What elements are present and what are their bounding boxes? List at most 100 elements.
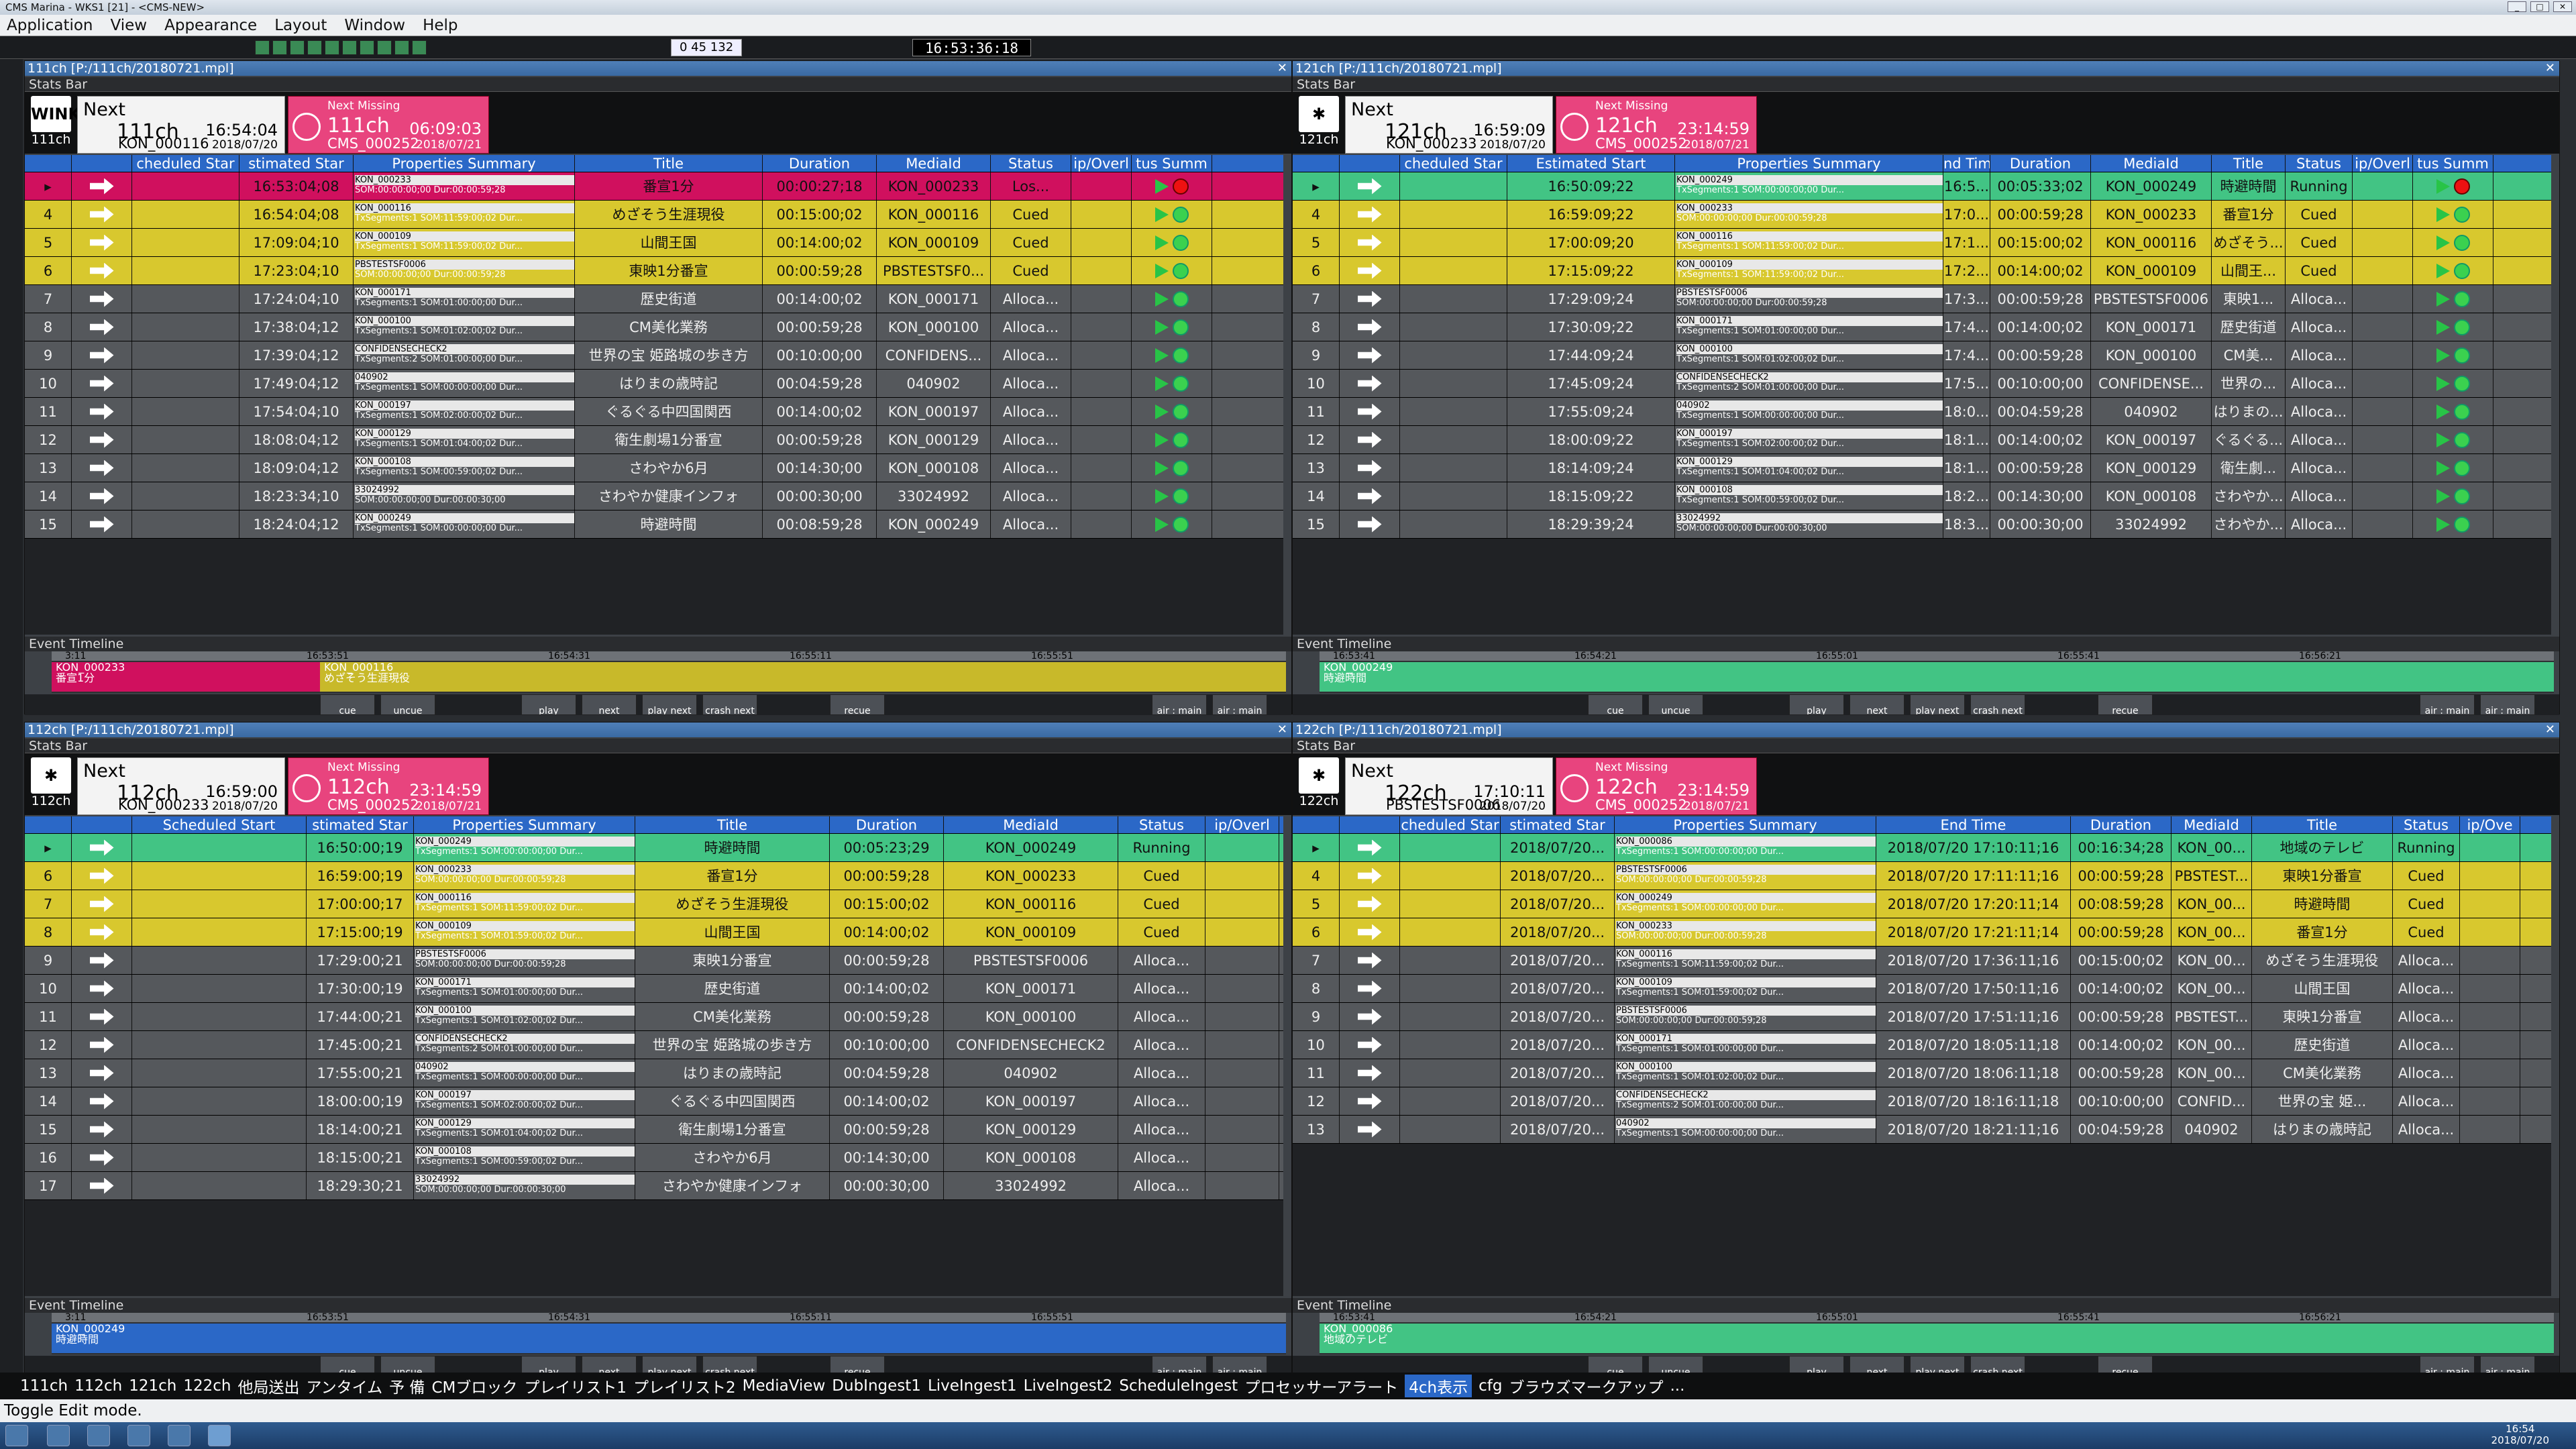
- table-row[interactable]: 4 16:59:09;22 KON_000233 SOM:00:00:00;00 Du…: [1293, 201, 2551, 229]
- table-row[interactable]: 10 17:45:09;24 CONFIDENSECHECK2 TxSegments:…: [1293, 370, 2551, 398]
- cms-app-icon[interactable]: [208, 1425, 231, 1446]
- table-row[interactable]: 13 17:55:00;21 040902 TxSegments:1 SOM:00:0…: [25, 1059, 1283, 1087]
- tool-icon[interactable]: [377, 40, 392, 55]
- table-row[interactable]: 8 17:38:04;12 KON_000100 TxSegments:1 SOM:0…: [25, 313, 1283, 341]
- column-header[interactable]: End Time: [1876, 816, 2071, 833]
- tool-icon[interactable]: [412, 40, 427, 55]
- table-row[interactable]: 9 17:29:00;21 PBSTESTSF0006 SOM:00:00:00;00…: [25, 947, 1283, 975]
- crash-next-button[interactable]: crash next: [1970, 694, 2025, 715]
- tab-item[interactable]: プロセッサーアラート: [1244, 1375, 1398, 1397]
- table-row[interactable]: 15 18:14:00;21 KON_000129 TxSegments:1 SOM:…: [25, 1116, 1283, 1144]
- table-row[interactable]: 6 16:59:00;19 KON_000233 SOM:00:00:00;00 Du…: [25, 862, 1283, 890]
- folder-icon[interactable]: [87, 1425, 110, 1446]
- table-row[interactable]: 7 2018/07/20... KON_000116 TxSegments:1 SOM…: [1293, 947, 2551, 975]
- table-row[interactable]: 5 17:09:04;10 KON_000109 TxSegments:1 SOM:1…: [25, 229, 1283, 257]
- table-row[interactable]: 7 17:24:04;10 KON_000171 TxSegments:1 SOM:0…: [25, 285, 1283, 313]
- air-main-button[interactable]: air : main: [2420, 694, 2475, 715]
- table-row[interactable]: 12 2018/07/20... CONFIDENSECHECK2 TxSegment…: [1293, 1087, 2551, 1116]
- column-header[interactable]: MediaId: [944, 816, 1118, 833]
- tab-item[interactable]: プレイリスト2: [633, 1375, 736, 1397]
- table-row[interactable]: 13 2018/07/20... 040902 TxSegments:1 SOM:00…: [1293, 1116, 2551, 1144]
- tab-item[interactable]: CMブロック: [431, 1375, 517, 1397]
- tab-item[interactable]: 4ch表示: [1405, 1375, 1472, 1397]
- timeline-event[interactable]: KON_000249 時避時間: [52, 1324, 1286, 1353]
- table-row[interactable]: 17 18:29:30;21 33024992 SOM:00:00:00;00 Dur…: [25, 1172, 1283, 1200]
- air-main-button-2[interactable]: air : main: [1212, 694, 1267, 715]
- timeline-event[interactable]: KON_000249 時避時間: [1320, 662, 2554, 692]
- column-header[interactable]: [1340, 155, 1400, 172]
- menu-appearance[interactable]: Appearance: [164, 17, 257, 34]
- app-icon[interactable]: [168, 1425, 191, 1446]
- tool-icon[interactable]: [325, 40, 339, 55]
- column-header[interactable]: nd Tim: [1943, 155, 1990, 172]
- table-row[interactable]: 8 17:30:09;22 KON_000171 TxSegments:1 SOM:0…: [1293, 313, 2551, 341]
- column-header[interactable]: ip/Ove: [2460, 816, 2520, 833]
- tab-item[interactable]: 112ch: [74, 1377, 122, 1395]
- table-row[interactable]: ▸ 16:53:04;08 KON_000233 SOM:00:00:00;00 Du…: [25, 172, 1283, 201]
- browser-icon[interactable]: [47, 1425, 70, 1446]
- table-row[interactable]: 11 17:54:04;10 KON_000197 TxSegments:1 SOM:…: [25, 398, 1283, 426]
- column-header[interactable]: Title: [635, 816, 830, 833]
- table-row[interactable]: 13 18:09:04;12 KON_000108 TxSegments:1 SOM:…: [25, 454, 1283, 482]
- table-row[interactable]: 14 18:23:34;10 33024992 SOM:00:00:00;00 Dur…: [25, 482, 1283, 511]
- column-header[interactable]: ip/Overl: [2353, 155, 2413, 172]
- column-header[interactable]: stimated Star: [307, 816, 414, 833]
- column-header[interactable]: Duration: [830, 816, 944, 833]
- column-header[interactable]: tus Summ: [1132, 155, 1212, 172]
- column-header[interactable]: Duration: [2071, 816, 2171, 833]
- column-header[interactable]: Status: [991, 155, 1071, 172]
- column-header[interactable]: Title: [2212, 155, 2286, 172]
- start-icon[interactable]: [5, 1425, 28, 1446]
- column-header[interactable]: Properties Summary: [354, 155, 575, 172]
- table-row[interactable]: ▸ 2018/07/20... KON_000086 TxSegments:1 SOM…: [1293, 834, 2551, 862]
- tool-icon[interactable]: [394, 40, 409, 55]
- tab-item[interactable]: 121ch: [129, 1377, 176, 1395]
- column-header[interactable]: [25, 816, 72, 833]
- media-icon[interactable]: [127, 1425, 150, 1446]
- column-header[interactable]: Scheduled Start: [132, 816, 307, 833]
- close-icon[interactable]: ✕: [2545, 61, 2555, 76]
- column-header[interactable]: [1293, 155, 1340, 172]
- close-icon[interactable]: ✕: [2545, 722, 2555, 737]
- column-header[interactable]: [72, 155, 132, 172]
- table-row[interactable]: 9 2018/07/20... PBSTESTSF0006 SOM:00:00:00;…: [1293, 1003, 2551, 1031]
- column-header[interactable]: Properties Summary: [1615, 816, 1876, 833]
- column-header[interactable]: Properties Summary: [1675, 155, 1943, 172]
- column-header[interactable]: Status: [2286, 155, 2353, 172]
- recue-button[interactable]: recue: [830, 694, 885, 715]
- table-row[interactable]: 5 17:00:09;20 KON_000116 TxSegments:1 SOM:1…: [1293, 229, 2551, 257]
- tab-item[interactable]: ブラウズマークアップ: [1509, 1375, 1663, 1397]
- tab-item[interactable]: LiveIngest2: [1024, 1377, 1113, 1395]
- column-header[interactable]: [1340, 816, 1400, 833]
- timeline-event[interactable]: KON_000116 めざそう生涯現役: [320, 662, 1286, 692]
- event-timeline[interactable]: 3:11 16:53:51 16:54:31 16:55:11 16:55:51 KON_…: [52, 651, 1286, 693]
- table-row[interactable]: 15 18:24:04;12 KON_000249 TxSegments:1 SOM:…: [25, 511, 1283, 539]
- column-header[interactable]: Title: [2252, 816, 2393, 833]
- air-main-button[interactable]: air : main: [1152, 694, 1207, 715]
- table-row[interactable]: 12 18:00:09;22 KON_000197 TxSegments:1 SOM:…: [1293, 426, 2551, 454]
- column-header[interactable]: cheduled Star: [1400, 155, 1507, 172]
- tool-icon[interactable]: [342, 40, 357, 55]
- table-row[interactable]: 4 16:54:04;08 KON_000116 TxSegments:1 SOM:1…: [25, 201, 1283, 229]
- uncue-button[interactable]: uncue: [380, 694, 435, 715]
- table-row[interactable]: 9 17:44:09;24 KON_000100 TxSegments:1 SOM:0…: [1293, 341, 2551, 370]
- tab-item[interactable]: ScheduleIngest: [1119, 1377, 1238, 1395]
- play-button[interactable]: play: [1789, 694, 1844, 715]
- play-next-button[interactable]: play next: [642, 694, 697, 715]
- table-row[interactable]: 6 2018/07/20... KON_000233 SOM:00:00:00;00 …: [1293, 918, 2551, 947]
- table-row[interactable]: 11 17:55:09;24 040902 TxSegments:1 SOM:00:0…: [1293, 398, 2551, 426]
- column-header[interactable]: Estimated Start: [1507, 155, 1675, 172]
- recue-button[interactable]: recue: [2098, 694, 2153, 715]
- uncue-button[interactable]: uncue: [1648, 694, 1703, 715]
- table-row[interactable]: 11 2018/07/20... KON_000100 TxSegments:1 SO…: [1293, 1059, 2551, 1087]
- table-row[interactable]: ▸ 16:50:09;22 KON_000249 TxSegments:1 SOM:0…: [1293, 172, 2551, 201]
- cue-button[interactable]: cue: [1588, 694, 1643, 715]
- tab-item[interactable]: DubIngest1: [832, 1377, 921, 1395]
- table-row[interactable]: 8 17:15:00;19 KON_000109 TxSegments:1 SOM:0…: [25, 918, 1283, 947]
- table-row[interactable]: 10 17:30:00;19 KON_000171 TxSegments:1 SOM:…: [25, 975, 1283, 1003]
- crash-next-button[interactable]: crash next: [702, 694, 757, 715]
- table-row[interactable]: 14 18:00:00;19 KON_000197 TxSegments:1 SOM:…: [25, 1087, 1283, 1116]
- table-row[interactable]: 12 17:45:00;21 CONFIDENSECHECK2 TxSegments:…: [25, 1031, 1283, 1059]
- column-header[interactable]: cheduled Star: [1400, 816, 1501, 833]
- minimize-button[interactable]: _: [2508, 1, 2526, 12]
